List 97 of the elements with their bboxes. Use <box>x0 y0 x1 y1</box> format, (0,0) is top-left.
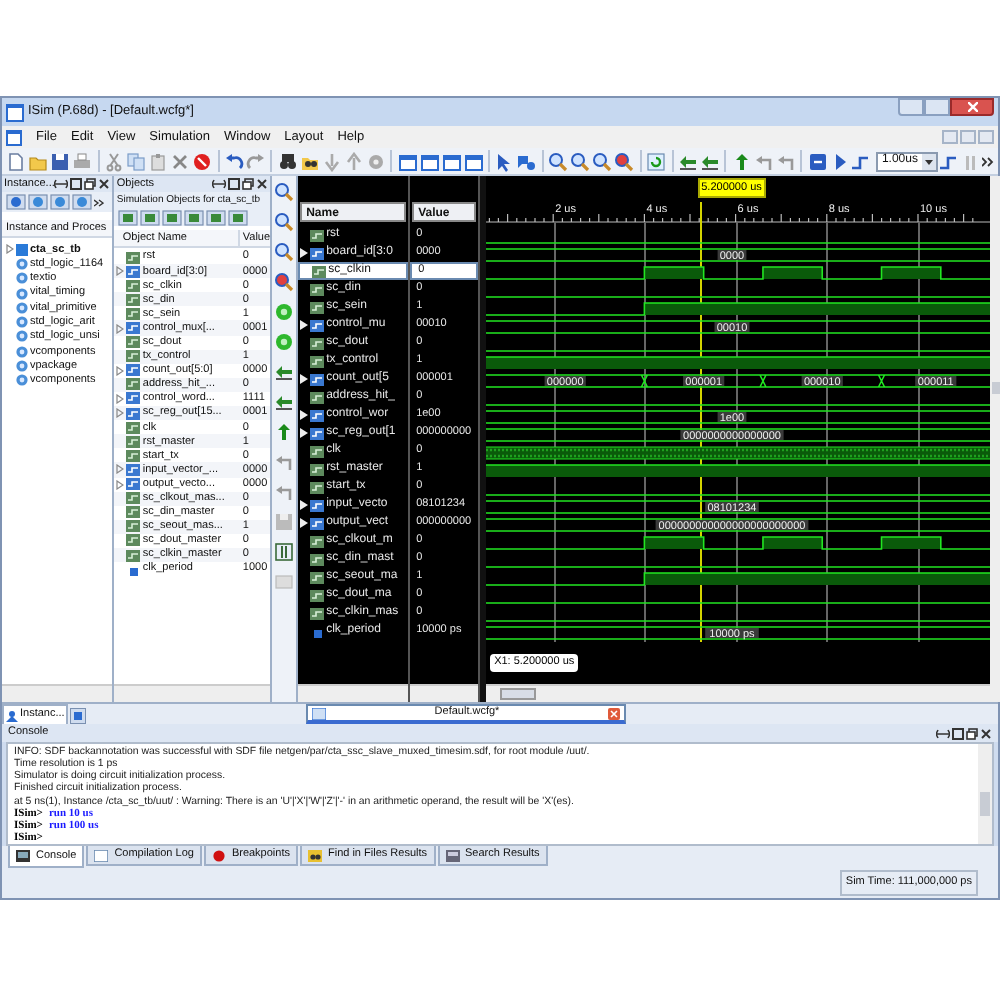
zoom-out-icon[interactable] <box>569 149 592 173</box>
filter-icon[interactable] <box>140 209 161 225</box>
chevron-icon[interactable] <box>982 155 994 167</box>
pin-icon[interactable] <box>936 727 950 739</box>
objects-tab-icon[interactable] <box>70 708 87 724</box>
bus-signal-icon <box>310 319 325 331</box>
signal-icon <box>310 589 325 601</box>
signal-icon <box>310 301 325 313</box>
scrollbar[interactable] <box>114 684 271 702</box>
stop-icon[interactable] <box>191 149 214 173</box>
expand-arrow-icon[interactable] <box>300 320 309 330</box>
breakpoint-icon <box>211 849 226 861</box>
filter-icon[interactable] <box>6 194 26 210</box>
filter-icon[interactable] <box>162 209 183 225</box>
up-arrow-icon[interactable] <box>342 149 365 173</box>
bus-signal-icon <box>310 409 325 421</box>
zoom-cursor-icon[interactable] <box>613 149 636 173</box>
signal-icon <box>310 283 325 295</box>
binoculars-icon[interactable] <box>276 149 299 173</box>
save-icon[interactable] <box>49 149 72 173</box>
marker-icon[interactable] <box>272 300 297 324</box>
filter-icon[interactable] <box>228 209 249 225</box>
scrollbar[interactable] <box>2 684 113 702</box>
window-icon[interactable] <box>396 149 419 173</box>
bus-signal-icon <box>310 499 325 511</box>
signal-icon <box>310 463 325 475</box>
bus-signal-icon <box>310 373 325 385</box>
zoom-out-icon[interactable] <box>272 210 297 234</box>
close-icon[interactable] <box>256 178 269 190</box>
restore-icon[interactable] <box>242 178 255 190</box>
signal-icon <box>310 571 325 583</box>
close-button[interactable] <box>950 98 994 116</box>
chevron-icon[interactable] <box>94 197 104 207</box>
bus-signal-icon <box>310 517 325 529</box>
scrollbar[interactable] <box>486 684 991 702</box>
scrollbar[interactable] <box>410 684 479 702</box>
signal-icon <box>310 607 325 619</box>
marker-icon[interactable] <box>272 330 297 354</box>
signal-icon <box>312 265 327 277</box>
constant-icon <box>126 563 141 576</box>
expand-arrow-icon[interactable] <box>300 248 309 258</box>
bus-signal-icon <box>310 427 325 439</box>
window-icon[interactable] <box>462 149 484 173</box>
bracket-icon[interactable] <box>272 540 297 564</box>
restore-icon[interactable] <box>84 178 97 190</box>
signal-icon <box>126 251 141 264</box>
zoom-in-icon[interactable] <box>547 149 570 173</box>
signal-icon <box>310 355 325 367</box>
scrollbar[interactable] <box>298 684 409 702</box>
document-icon <box>6 129 22 145</box>
signal-icon <box>126 378 141 391</box>
bus-signal-icon <box>310 247 325 259</box>
list-icon <box>445 849 460 861</box>
signal-icon <box>310 535 325 547</box>
new-file-icon[interactable] <box>6 149 28 173</box>
pin-icon[interactable] <box>54 178 69 190</box>
cursor-line[interactable] <box>699 202 702 642</box>
window-icon[interactable] <box>440 149 463 173</box>
zoom-fit-icon[interactable] <box>591 149 614 173</box>
maximize-icon[interactable] <box>228 178 241 190</box>
refresh-icon[interactable] <box>645 149 667 173</box>
expand-arrow-icon[interactable] <box>300 374 309 384</box>
dropdown-icon[interactable] <box>921 153 936 169</box>
terminal-icon <box>16 850 30 862</box>
zoom-cursor-icon[interactable] <box>272 270 297 294</box>
scrollbar[interactable] <box>978 744 992 844</box>
close-icon[interactable] <box>98 178 111 190</box>
binoculars-icon <box>307 849 322 861</box>
signal-icon <box>310 553 325 565</box>
delete-icon[interactable] <box>169 149 192 173</box>
scrollbar-thumb[interactable] <box>500 688 537 700</box>
minimize-button[interactable] <box>898 98 924 116</box>
close-icon[interactable] <box>980 727 992 739</box>
filter-icon[interactable] <box>118 209 139 225</box>
filter-icon[interactable] <box>184 209 205 225</box>
maximize-icon[interactable] <box>952 727 964 739</box>
undo-icon[interactable] <box>223 149 245 173</box>
maximize-icon[interactable] <box>70 178 83 190</box>
window-icon[interactable] <box>418 149 441 173</box>
restore-icon[interactable] <box>966 727 978 739</box>
app-icon <box>6 103 24 121</box>
signal-icon <box>310 445 325 457</box>
module-icon <box>16 243 28 256</box>
hook-arrow-icon[interactable] <box>272 450 297 474</box>
signal-icon <box>310 481 325 493</box>
zoom-in-icon[interactable] <box>272 180 297 204</box>
maximize-button[interactable] <box>924 98 950 116</box>
pin-icon[interactable] <box>212 178 227 190</box>
scrollbar-thumb[interactable] <box>980 792 990 816</box>
constant-icon <box>310 625 325 637</box>
zoom-fit-icon[interactable] <box>272 240 297 264</box>
filter-icon[interactable] <box>206 209 227 225</box>
waveform-document-icon <box>312 707 326 719</box>
signal-icon <box>310 391 325 403</box>
signal-icon <box>310 337 325 349</box>
signal-icon <box>310 229 325 241</box>
paste-icon[interactable] <box>147 149 170 173</box>
